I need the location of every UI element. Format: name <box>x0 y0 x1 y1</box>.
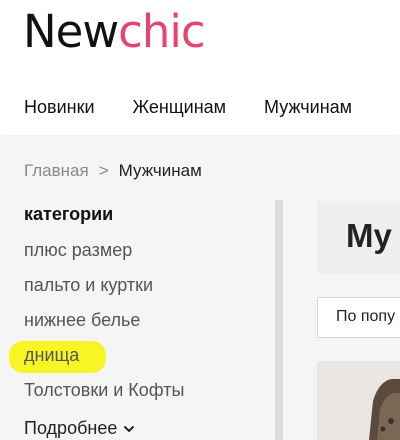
nav-item-new[interactable]: Новинки <box>24 97 95 118</box>
product-image[interactable] <box>317 361 400 440</box>
chevron-down-icon <box>124 425 135 432</box>
nav-item-men[interactable]: Мужчинам <box>264 97 352 118</box>
sidebar-item-underwear[interactable]: нижнее белье <box>24 310 140 331</box>
more-label: Подробнее <box>24 418 118 438</box>
main-nav: Новинки Женщинам Мужчинам <box>24 97 390 118</box>
sidebar-item-plus-size[interactable]: плюс размер <box>24 240 132 261</box>
product-photo <box>317 361 400 440</box>
nav-item-women[interactable]: Женщинам <box>133 97 227 118</box>
sidebar-scrollbar[interactable] <box>275 200 283 440</box>
logo-part-new: New <box>23 5 119 58</box>
sidebar-title: категории <box>24 204 114 224</box>
sidebar-item-hoodies[interactable]: Толстовки и Кофты <box>24 380 184 401</box>
page-title: Му <box>346 217 392 254</box>
breadcrumb: Главная > Мужчинам <box>24 161 202 181</box>
sidebar-item-coats-jackets[interactable]: пальто и куртки <box>24 275 153 296</box>
logo-part-chic: chic <box>118 5 206 58</box>
more-button[interactable]: Подробнее <box>24 418 135 439</box>
site-header: Newchic Новинки Женщинам Мужчинам <box>0 0 400 135</box>
sort-dropdown-label: По попу <box>336 308 396 325</box>
sort-dropdown[interactable]: По попу <box>317 297 400 338</box>
breadcrumb-current: Мужчинам <box>118 161 202 180</box>
newchic-logo[interactable]: Newchic <box>23 4 206 60</box>
breadcrumb-separator: > <box>98 161 109 180</box>
breadcrumb-home[interactable]: Главная <box>24 161 89 180</box>
page-title-card: Му <box>317 201 400 274</box>
sidebar-item-bottoms[interactable]: днища <box>24 345 79 366</box>
